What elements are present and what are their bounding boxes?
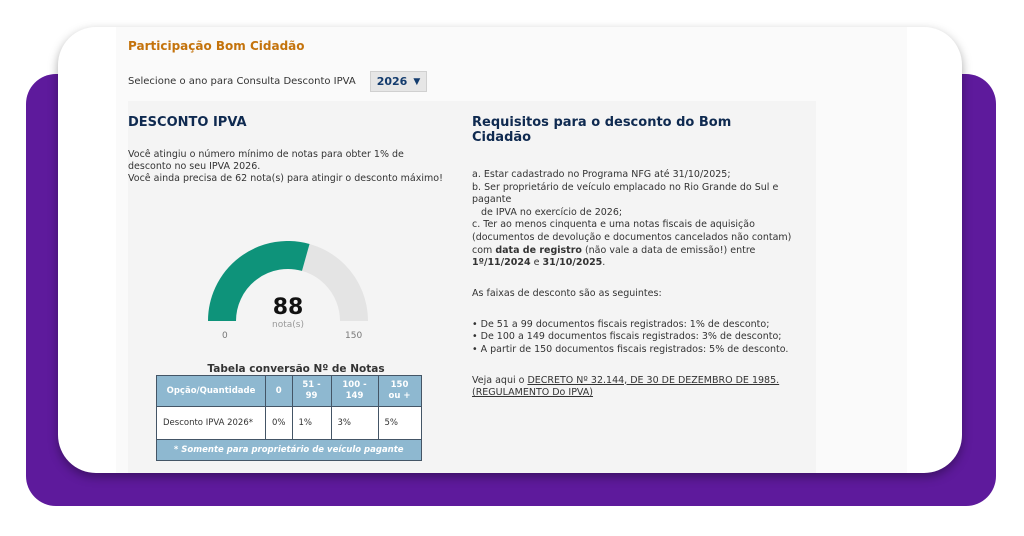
list-item: • De 51 a 99 documentos fiscais registra… (472, 318, 770, 330)
table-cell: 0% (265, 406, 293, 440)
requirements-list: a. Estar cadastrado no Programa NFG até … (472, 169, 792, 270)
table-header-cell: Opção/Quantidade (156, 375, 266, 407)
requirement-c-bold-registro: data de registro (495, 244, 582, 256)
table-cell: 5% (377, 406, 422, 440)
requirements-section: Requisitos para o desconto do Bom Cidadã… (472, 115, 792, 400)
table-cell: 1% (291, 406, 332, 440)
gauge-max-label: 150 (345, 331, 363, 341)
requirement-c-bold-date-start: 1º/11/2024 (472, 257, 531, 269)
decree-prefix: Veja aqui o (472, 374, 528, 386)
list-item: • De 100 a 149 documentos fiscais regist… (472, 331, 782, 343)
table-header-cell: 51 - 99 (291, 375, 332, 407)
decree-link[interactable]: DECRETO Nº 32.144, DE 30 DE DEZEMBRO DE … (527, 375, 779, 386)
gauge-min-label: 0 (222, 331, 228, 341)
page-title: Participação Bom Cidadão (128, 39, 305, 53)
conversion-table: Opção/Quantidade 0 51 - 99 100 - 149 150… (156, 375, 422, 461)
year-select[interactable]: 2026 ▼ (369, 71, 428, 92)
requirement-c-and: e (530, 257, 543, 269)
decree-reference: Veja aqui o DECRETO Nº 32.144, DE 30 DE … (472, 375, 792, 400)
requirement-c-bold-date-end: 31/10/2025 (542, 257, 603, 269)
discount-line-2: Você ainda precisa de 62 nota(s) para at… (128, 173, 443, 184)
requirement-b-line-2: de IPVA no exercício de 2026; (481, 206, 623, 218)
notes-gauge: 88 nota(s) 0 150 (208, 241, 388, 351)
year-prompt-label: Selecione o ano para Consulta Desconto I… (128, 76, 356, 87)
gauge-unit: nota(s) (272, 320, 304, 330)
table-header-cell: 0 (265, 375, 293, 407)
gauge-value: 88 (272, 295, 304, 320)
year-row: Selecione o ano para Consulta Desconto I… (128, 71, 428, 92)
requirement-c-end: . (602, 257, 606, 269)
requirement-c: c. Ter ao menos cinquenta e uma notas fi… (472, 219, 792, 269)
requirement-b-line-1: b. Ser proprietário de veículo emplacado… (472, 181, 779, 206)
table-header-cell: 100 - 149 (330, 375, 379, 407)
requirements-title: Requisitos para o desconto do Bom Cidadã… (472, 115, 732, 145)
discount-ranges-intro: As faixas de desconto são as seguintes: (472, 287, 662, 299)
conversion-table-title: Tabela conversão Nº de Notas (207, 363, 385, 375)
main-panel: DESCONTO IPVA Você atingiu o número míni… (128, 101, 816, 473)
regulation-link[interactable]: (REGULAMENTO Do IPVA) (472, 387, 593, 398)
year-select-value: 2026 (376, 75, 408, 88)
list-item: • A partir de 150 documentos fiscais reg… (472, 343, 789, 355)
table-footnote-row: * Somente para proprietário de veículo p… (156, 439, 422, 461)
discount-title: DESCONTO IPVA (128, 115, 247, 130)
table-footnote: * Somente para proprietário de veículo p… (156, 439, 422, 461)
chevron-down-icon: ▼ (413, 76, 421, 87)
screenshot-card: Participação Bom Cidadão Selecione o ano… (58, 27, 962, 473)
requirement-c-text-mid: (não vale a data de emissão!) entre (581, 244, 756, 256)
table-row: Desconto IPVA 2026* 0% 1% 3% 5% (156, 406, 422, 440)
table-header-cell: 150 ou + (377, 375, 422, 407)
discount-line-1: Você atingiu o número mínimo de notas pa… (128, 149, 404, 172)
requirement-a: a. Estar cadastrado no Programa NFG até … (472, 169, 731, 180)
discount-description: Você atingiu o número mínimo de notas pa… (128, 149, 448, 185)
table-cell: 3% (330, 406, 379, 440)
page-content: Participação Bom Cidadão Selecione o ano… (116, 27, 907, 473)
table-header-row: Opção/Quantidade 0 51 - 99 100 - 149 150… (156, 375, 422, 407)
table-cell: Desconto IPVA 2026* (156, 406, 266, 440)
discount-ranges-list: • De 51 a 99 documentos fiscais registra… (472, 319, 792, 357)
